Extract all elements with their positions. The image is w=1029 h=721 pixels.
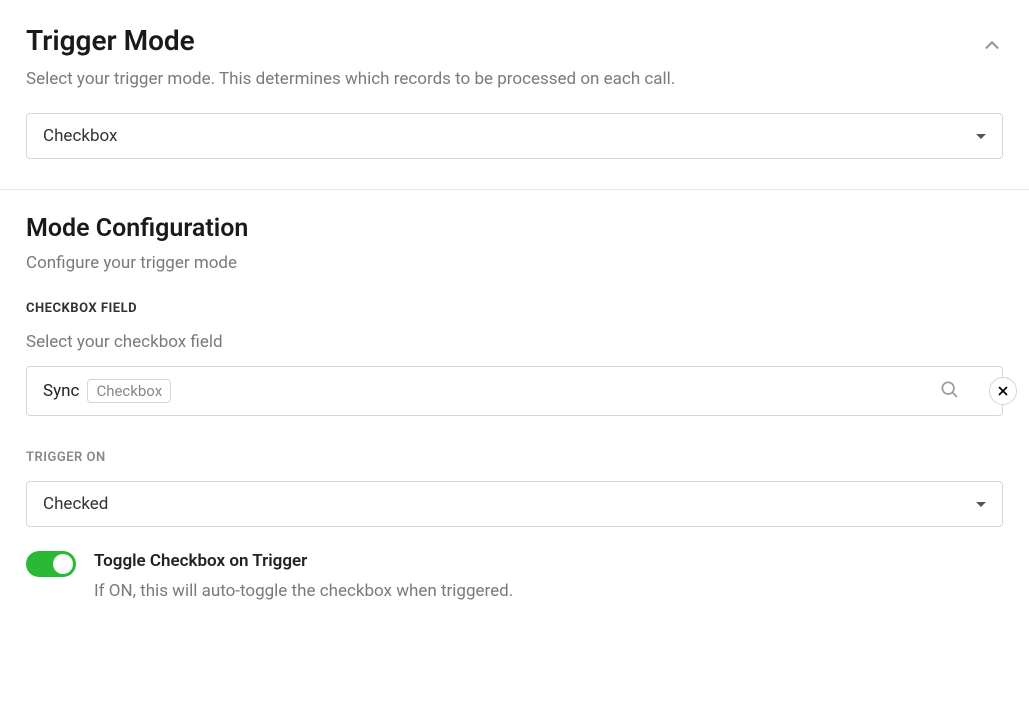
caret-down-icon bbox=[976, 134, 986, 139]
toggle-row: Toggle Checkbox on Trigger If ON, this w… bbox=[26, 551, 1003, 601]
search-icon[interactable] bbox=[939, 379, 959, 403]
trigger-on-label: TRIGGER ON bbox=[26, 450, 1003, 465]
toggle-desc: If ON, this will auto-toggle the checkbo… bbox=[94, 581, 513, 601]
checkbox-field-type-tag: Checkbox bbox=[87, 379, 171, 403]
trigger-mode-value: Checkbox bbox=[43, 126, 117, 146]
checkbox-field-value: Sync bbox=[43, 381, 79, 401]
mode-config-title: Mode Configuration bbox=[26, 214, 1003, 243]
toggle-knob bbox=[53, 554, 73, 574]
toggle-text: Toggle Checkbox on Trigger If ON, this w… bbox=[94, 551, 513, 601]
checkbox-field-input[interactable]: Sync Checkbox bbox=[26, 366, 1003, 416]
mode-config-subtitle: Configure your trigger mode bbox=[26, 253, 1003, 273]
trigger-mode-header: Trigger Mode Select your trigger mode. T… bbox=[26, 24, 1003, 113]
trigger-on-select[interactable]: Checked bbox=[26, 481, 1003, 527]
checkbox-field-label: CHECKBOX FIELD bbox=[26, 301, 1003, 316]
trigger-mode-section: Trigger Mode Select your trigger mode. T… bbox=[0, 0, 1029, 190]
trigger-mode-subtitle: Select your trigger mode. This determine… bbox=[26, 69, 675, 89]
trigger-mode-title: Trigger Mode bbox=[26, 24, 675, 57]
checkbox-field-input-wrap: Sync Checkbox bbox=[26, 366, 1003, 416]
toggle-title: Toggle Checkbox on Trigger bbox=[94, 551, 513, 571]
checkbox-field-help: Select your checkbox field bbox=[26, 332, 1003, 352]
trigger-mode-select[interactable]: Checkbox bbox=[26, 113, 1003, 159]
trigger-on-value: Checked bbox=[43, 494, 108, 514]
toggle-checkbox-switch[interactable] bbox=[26, 551, 76, 577]
collapse-chevron-icon[interactable] bbox=[981, 34, 1003, 60]
mode-config-section: Mode Configuration Configure your trigge… bbox=[0, 190, 1029, 631]
clear-button[interactable] bbox=[989, 377, 1017, 405]
caret-down-icon bbox=[976, 502, 986, 507]
